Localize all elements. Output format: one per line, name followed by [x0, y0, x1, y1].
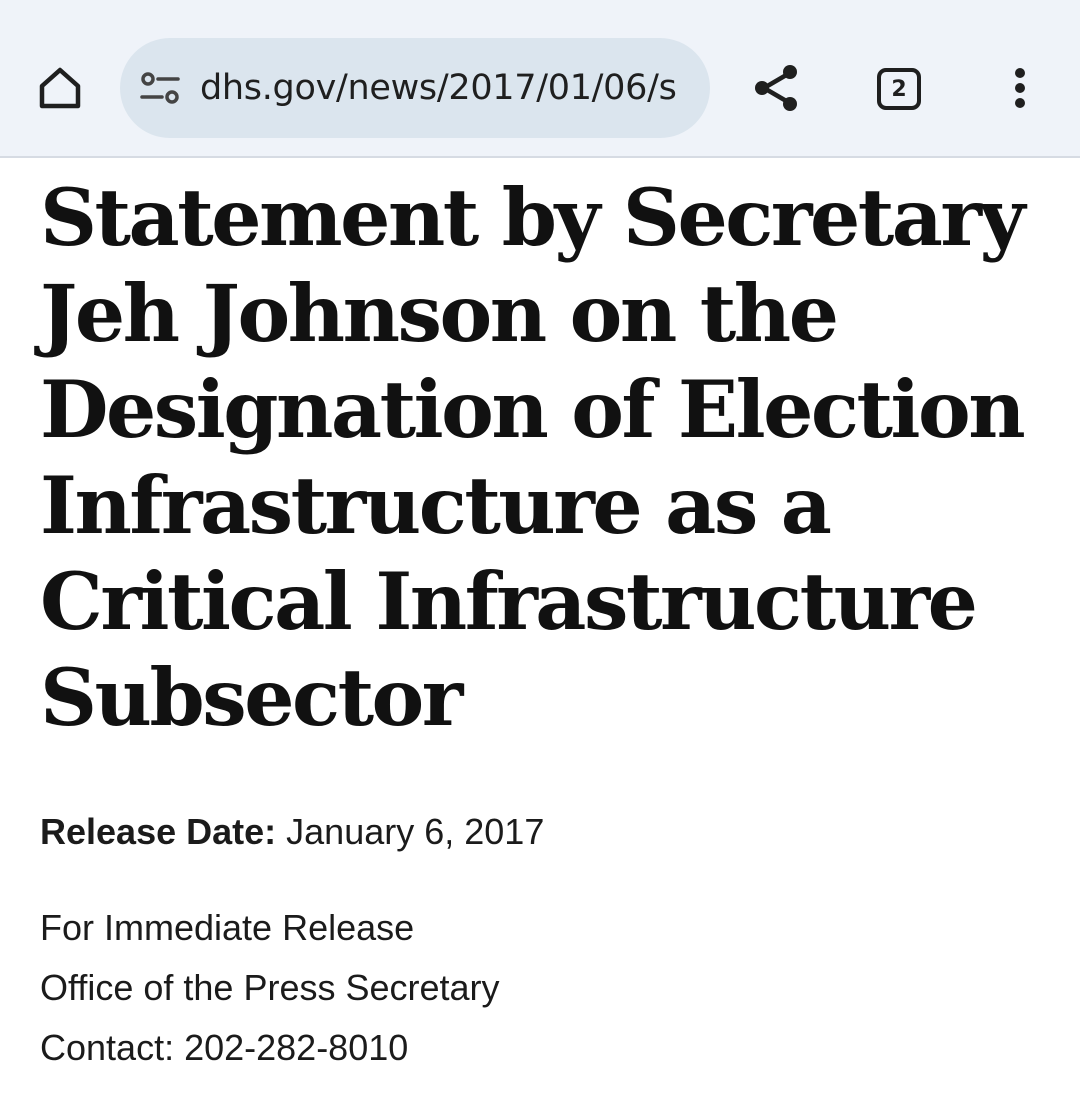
- share-icon: [755, 65, 797, 111]
- contact-info: Contact: 202-282-8010: [40, 1027, 409, 1068]
- home-icon: [39, 67, 81, 109]
- browser-toolbar: dhs.gov/news/2017/01/06/s 2: [0, 0, 1080, 158]
- headline-line: Jeh Johnson on the: [40, 267, 839, 360]
- more-vert-icon-dot: [1015, 83, 1025, 93]
- headline-line: Statement by Secretary: [40, 171, 1025, 264]
- release-date: Release Date: January 6, 2017: [40, 808, 1040, 856]
- tab-count: 2: [891, 76, 907, 102]
- page-title: Statement by Secretary Jeh Johnson on th…: [40, 170, 1040, 746]
- headline-line: Infrastructure as a: [40, 459, 832, 552]
- tab-switcher-button[interactable]: 2: [872, 62, 926, 116]
- share-button[interactable]: [748, 60, 804, 116]
- tab-switcher-icon: 2: [877, 68, 921, 110]
- article: Statement by Secretary Jeh Johnson on th…: [40, 170, 1040, 1078]
- site-settings-button[interactable]: [138, 66, 182, 110]
- office-name: Office of the Press Secretary: [40, 967, 500, 1008]
- release-date-value: January 6, 2017: [286, 811, 545, 852]
- headline-line: Subsector: [40, 651, 463, 744]
- press-info: For Immediate Release Office of the Pres…: [40, 898, 1040, 1078]
- headline-line: Designation of Election: [40, 363, 1026, 456]
- site-settings-icon: [140, 72, 180, 104]
- release-type: For Immediate Release: [40, 907, 415, 948]
- url-text[interactable]: dhs.gov/news/2017/01/06/s: [200, 68, 677, 108]
- headline-line: Critical Infrastructure: [40, 555, 978, 648]
- more-vert-icon: [1015, 68, 1025, 78]
- home-button[interactable]: [30, 58, 90, 118]
- address-bar[interactable]: dhs.gov/news/2017/01/06/s: [120, 38, 710, 138]
- more-vert-button[interactable]: [1000, 60, 1040, 116]
- more-vert-icon-dot: [1015, 98, 1025, 108]
- release-date-label: Release Date:: [40, 811, 277, 852]
